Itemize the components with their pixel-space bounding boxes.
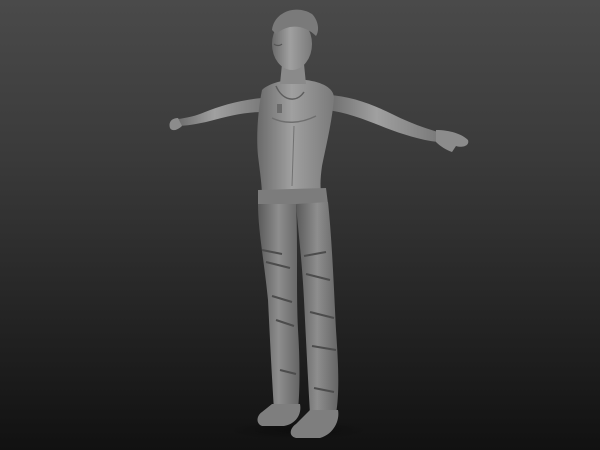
left-leg [258,204,300,410]
right-arm [326,95,469,152]
left-arm [169,98,262,131]
3d-viewport[interactable] [0,0,600,450]
right-leg [296,202,339,414]
torso [257,79,334,196]
pendant [277,104,282,113]
head [272,9,319,70]
sculpt-model[interactable] [0,0,600,450]
